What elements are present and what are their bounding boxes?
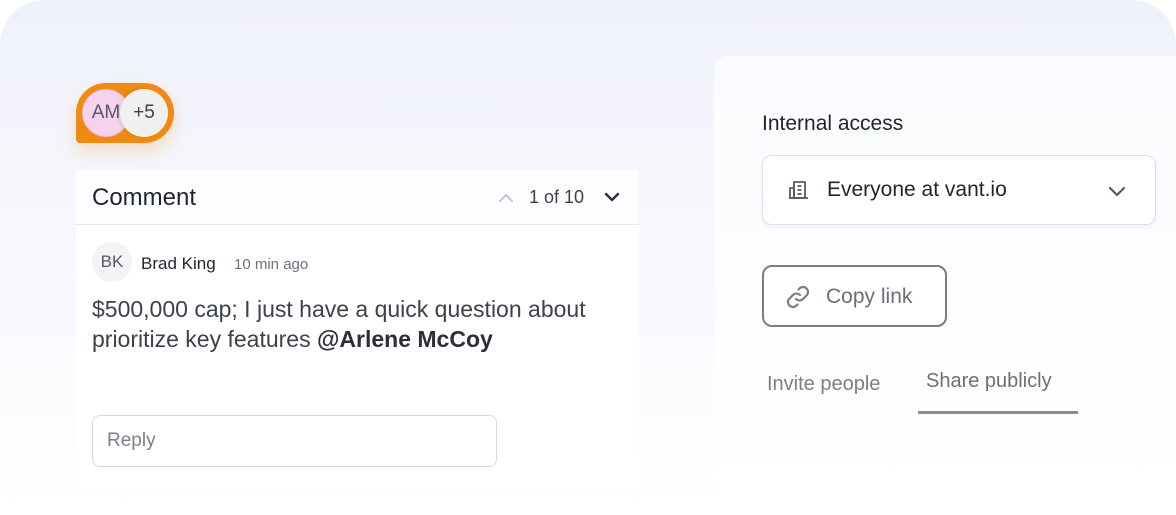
reply-input[interactable]: [92, 415, 497, 467]
chevron-up-icon[interactable]: [496, 188, 516, 208]
more-participants-avatar[interactable]: +5: [120, 89, 168, 137]
comment-header: Comment 1 of 10: [76, 170, 639, 225]
comment-pager: 1 of 10: [529, 187, 585, 207]
access-select-value: Everyone at vant.io: [827, 178, 1007, 201]
tab-share-publicly[interactable]: Share publicly: [918, 368, 1078, 414]
comment-title: Comment: [92, 184, 197, 211]
access-select[interactable]: Everyone at vant.io: [762, 155, 1156, 225]
building-icon: [789, 181, 808, 199]
internal-access-label: Internal access: [762, 112, 904, 135]
active-tab-indicator: [918, 411, 1078, 414]
comment-timestamp: 10 min ago: [234, 256, 309, 273]
chevron-down-icon: [1108, 186, 1126, 197]
copy-link-button[interactable]: Copy link: [762, 265, 947, 327]
author-avatar: BK: [92, 242, 132, 282]
tab-invite-people[interactable]: Invite people: [767, 373, 880, 396]
chevron-down-icon[interactable]: [601, 186, 623, 208]
copy-link-label: Copy link: [826, 285, 913, 308]
mention-link[interactable]: @Arlene McCoy: [317, 326, 493, 352]
comment-author: Brad King: [141, 254, 216, 273]
tab-share-publicly-label: Share publicly: [926, 370, 1052, 392]
comment-body: $500,000 cap; I just have a quick questi…: [92, 294, 592, 354]
link-icon: [786, 285, 810, 309]
